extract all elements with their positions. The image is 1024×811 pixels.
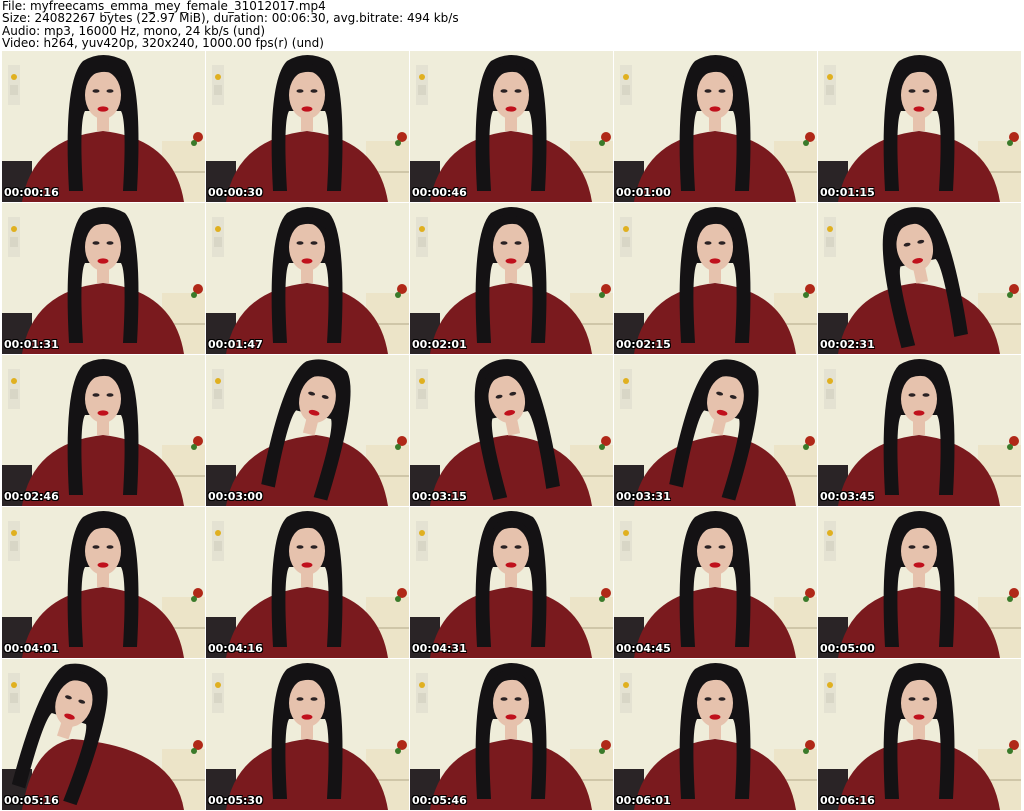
file-size-line: Size: 24082267 bytes (22.97 MiB), durati… [2,11,459,26]
thumbnail-timestamp: 00:02:31 [820,338,875,351]
thumbnail-image [206,659,409,810]
thumbnail-image [614,355,817,506]
thumbnail-image [2,203,205,354]
thumbnail-timestamp: 00:06:16 [820,794,875,807]
thumbnail-image [614,659,817,810]
video-thumbnail: 00:04:01 [2,507,205,658]
video-thumbnail: 00:02:15 [614,203,817,354]
video-thumbnail: 00:05:16 [2,659,205,810]
thumbnail-image [410,507,613,658]
thumbnail-timestamp: 00:05:46 [412,794,467,807]
thumbnail-image [818,355,1021,506]
thumbnail-timestamp: 00:02:15 [616,338,671,351]
thumbnail-image [206,507,409,658]
thumbnail-timestamp: 00:02:46 [4,490,59,503]
video-thumbnail: 00:04:45 [614,507,817,658]
video-thumbnail: 00:06:16 [818,659,1021,810]
video-thumbnail: 00:03:31 [614,355,817,506]
video-thumbnail: 00:03:00 [206,355,409,506]
thumbnail-image [818,659,1021,810]
video-thumbnail: 00:01:15 [818,51,1021,202]
video-thumbnail: 00:04:16 [206,507,409,658]
thumbnail-timestamp: 00:06:01 [616,794,671,807]
thumbnail-timestamp: 00:00:46 [412,186,467,199]
video-thumbnail: 00:06:01 [614,659,817,810]
video-thumbnail: 00:01:00 [614,51,817,202]
thumbnail-image [818,507,1021,658]
thumbnail-image [2,659,205,810]
thumbnail-timestamp: 00:03:15 [412,490,467,503]
thumbnail-timestamp: 00:03:31 [616,490,671,503]
video-info-line: Video: h264, yuv420p, 320x240, 1000.00 f… [2,36,324,51]
thumbnail-grid: 00:00:16 00:00:30 00:00:46 00:01:00 00:0… [2,51,1022,811]
video-thumbnail: 00:02:31 [818,203,1021,354]
video-thumbnail: 00:02:01 [410,203,613,354]
thumbnail-timestamp: 00:04:01 [4,642,59,655]
thumbnail-image [614,51,817,202]
thumbnail-timestamp: 00:01:47 [208,338,263,351]
thumbnail-timestamp: 00:04:16 [208,642,263,655]
thumbnail-image [818,203,1021,354]
file-info-header: File: myfreecams_emma_mey_female_3101201… [2,0,1022,50]
thumbnail-timestamp: 00:00:16 [4,186,59,199]
thumbnail-timestamp: 00:01:31 [4,338,59,351]
thumbnail-image [410,203,613,354]
video-thumbnail: 00:04:31 [410,507,613,658]
video-thumbnail: 00:00:46 [410,51,613,202]
thumbnail-timestamp: 00:04:45 [616,642,671,655]
thumbnail-image [410,51,613,202]
thumbnail-timestamp: 00:05:00 [820,642,875,655]
thumbnail-timestamp: 00:01:15 [820,186,875,199]
video-thumbnail: 00:00:30 [206,51,409,202]
thumbnail-image [206,355,409,506]
thumbnail-timestamp: 00:00:30 [208,186,263,199]
video-thumbnail: 00:03:45 [818,355,1021,506]
video-thumbnail: 00:01:31 [2,203,205,354]
thumbnail-timestamp: 00:05:30 [208,794,263,807]
video-thumbnail: 00:00:16 [2,51,205,202]
thumbnail-image [206,51,409,202]
thumbnail-timestamp: 00:03:00 [208,490,263,503]
thumbnail-timestamp: 00:02:01 [412,338,467,351]
video-thumbnail: 00:03:15 [410,355,613,506]
thumbnail-image [206,203,409,354]
video-thumbnail: 00:05:30 [206,659,409,810]
thumbnail-image [410,355,613,506]
thumbnail-image [614,507,817,658]
thumbnail-image [2,507,205,658]
thumbnail-image [818,51,1021,202]
thumbnail-timestamp: 00:05:16 [4,794,59,807]
thumbnail-image [2,355,205,506]
thumbnail-image [2,51,205,202]
thumbnail-timestamp: 00:03:45 [820,490,875,503]
thumbnail-image [410,659,613,810]
video-thumbnail: 00:05:46 [410,659,613,810]
thumbnail-image [614,203,817,354]
thumbnail-timestamp: 00:01:00 [616,186,671,199]
video-thumbnail: 00:01:47 [206,203,409,354]
video-thumbnail: 00:05:00 [818,507,1021,658]
video-thumbnail: 00:02:46 [2,355,205,506]
thumbnail-timestamp: 00:04:31 [412,642,467,655]
